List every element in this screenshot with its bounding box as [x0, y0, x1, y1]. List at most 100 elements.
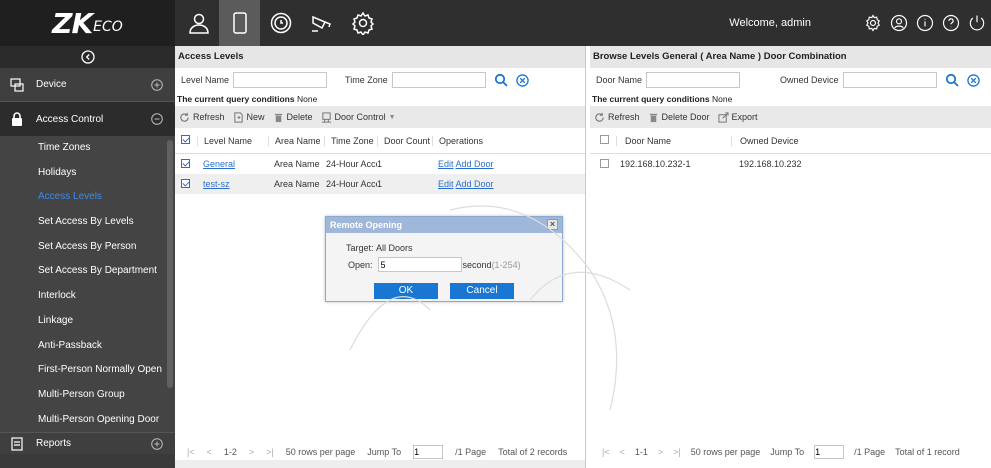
ok-button[interactable]: OK [374, 283, 438, 299]
level-name-link[interactable]: test-sz [203, 179, 230, 189]
dialog-title-bar[interactable]: Remote Opening × [326, 217, 562, 233]
next-page-icon[interactable]: > [249, 447, 254, 457]
help-icon[interactable] [941, 13, 961, 33]
delete-door-button[interactable]: Delete Door [648, 112, 710, 123]
sidebar-item-first-person-normally-open[interactable]: First-Person Normally Open [0, 358, 175, 383]
sidebar-section-reports[interactable]: Reports [0, 432, 175, 454]
system-module-icon[interactable] [342, 0, 383, 46]
prev-page-icon[interactable]: < [620, 447, 625, 457]
sidebar-item-interlock[interactable]: Interlock [0, 284, 175, 309]
sidebar-item-set-access-by-levels[interactable]: Set Access By Levels [0, 210, 175, 235]
row-checkbox[interactable] [181, 158, 190, 168]
edit-link[interactable]: Edit [438, 159, 454, 169]
rows-per-page-select[interactable]: 50 rows per page [691, 447, 761, 457]
table-row[interactable]: 192.168.10.232-1 192.168.10.232 [590, 154, 991, 174]
time-zone-input[interactable] [391, 72, 486, 88]
refresh-button[interactable]: Refresh [594, 112, 640, 123]
sidebar-section-access-control[interactable]: Access Control [0, 102, 175, 136]
table-header: Door Name Owned Device [590, 128, 991, 154]
search-icon[interactable] [494, 73, 508, 87]
next-page-icon[interactable]: > [658, 447, 663, 457]
first-page-icon[interactable]: |< [187, 447, 195, 457]
table-row[interactable]: General Area Name 24-Hour Acce: 1 Edit A… [175, 154, 585, 174]
open-seconds-input[interactable] [377, 257, 462, 272]
door-count-cell: 1 [377, 179, 383, 189]
user-profile-icon[interactable] [889, 13, 909, 33]
welcome-text: Welcome, admin [729, 17, 811, 29]
search-icon[interactable] [945, 73, 959, 87]
column-level-name[interactable]: Level Name [197, 135, 268, 146]
table-row[interactable]: test-sz Area Name 24-Hour Acce: 1 Edit A… [175, 174, 585, 194]
sidebar-collapse-button[interactable] [0, 46, 175, 68]
last-page-icon[interactable]: >| [266, 447, 274, 457]
export-button[interactable]: Export [717, 111, 758, 123]
time-zone-cell: 24-Hour Acce: [326, 179, 377, 189]
sidebar-reports-label: Reports [36, 438, 72, 449]
add-door-link[interactable]: Add Door [456, 179, 494, 189]
close-icon[interactable]: × [547, 219, 558, 230]
logout-icon[interactable] [967, 13, 987, 33]
column-area-name[interactable]: Area Name [268, 135, 324, 146]
horizontal-scrollbar[interactable] [175, 460, 585, 468]
sidebar-scrollbar[interactable] [167, 140, 173, 388]
delete-door-label: Delete Door [661, 112, 710, 122]
column-operations[interactable]: Operations [432, 135, 532, 146]
collapse-minus-icon[interactable] [151, 113, 163, 125]
prev-page-icon[interactable]: < [207, 447, 212, 457]
select-all-checkbox[interactable] [181, 135, 190, 144]
query-conditions-value: None [711, 94, 733, 104]
column-owned-device[interactable]: Owned Device [731, 135, 881, 146]
expand-plus-icon[interactable] [151, 79, 163, 91]
select-all-checkbox[interactable] [600, 135, 609, 144]
sidebar-access-control-label: Access Control [36, 113, 104, 125]
refresh-label: Refresh [193, 112, 225, 122]
new-button[interactable]: New [233, 111, 265, 123]
page-input[interactable] [814, 445, 845, 459]
sidebar-item-set-access-by-person[interactable]: Set Access By Person [0, 235, 175, 260]
delete-button[interactable]: Delete [273, 112, 313, 123]
sidebar-item-holidays[interactable]: Holidays [0, 161, 175, 186]
level-name-link[interactable]: General [203, 159, 235, 169]
sidebar-section-device[interactable]: Device [0, 68, 175, 102]
sidebar-item-multi-person-opening-door[interactable]: Multi-Person Opening Door [0, 408, 175, 432]
sidebar-item-linkage[interactable]: Linkage [0, 309, 175, 334]
level-name-input[interactable] [233, 72, 328, 88]
rows-per-page-select[interactable]: 50 rows per page [286, 447, 356, 457]
sidebar-item-multi-person-group[interactable]: Multi-Person Group [0, 383, 175, 408]
info-icon[interactable] [915, 13, 935, 33]
sidebar-item-set-access-by-department[interactable]: Set Access By Department [0, 259, 175, 284]
personnel-module-icon[interactable] [178, 0, 219, 46]
sidebar-item-access-levels[interactable]: Access Levels [0, 185, 175, 210]
cancel-button[interactable]: Cancel [450, 283, 514, 299]
sidebar-item-anti-passback[interactable]: Anti-Passback [0, 334, 175, 359]
sidebar-item-time-zones[interactable]: Time Zones [0, 136, 175, 161]
owned-device-input[interactable] [842, 72, 937, 88]
row-checkbox[interactable] [181, 178, 190, 188]
edit-link[interactable]: Edit [438, 179, 454, 189]
door-control-dropdown[interactable]: Door Control ▼ [321, 111, 396, 123]
expand-plus-icon[interactable] [151, 438, 163, 450]
device-icon [10, 77, 24, 92]
clear-search-icon[interactable] [515, 73, 529, 87]
door-name-cell: 192.168.10.232-1 [620, 159, 691, 169]
attendance-module-icon[interactable] [260, 0, 301, 46]
add-door-link[interactable]: Add Door [456, 159, 494, 169]
row-checkbox[interactable] [600, 158, 609, 168]
door-name-input[interactable] [646, 72, 741, 88]
column-door-name[interactable]: Door Name [616, 135, 731, 146]
page-input[interactable] [413, 445, 444, 459]
clear-search-icon[interactable] [966, 73, 980, 87]
refresh-button[interactable]: Refresh [179, 112, 225, 123]
column-door-count[interactable]: Door Count [377, 135, 432, 146]
video-module-icon[interactable] [301, 0, 342, 46]
reports-icon [11, 436, 23, 451]
total-records: Total of 2 records [498, 447, 568, 457]
last-page-icon[interactable]: >| [673, 447, 681, 457]
column-time-zone[interactable]: Time Zone [324, 135, 377, 146]
total-records: Total of 1 record [895, 447, 960, 457]
first-page-icon[interactable]: |< [602, 447, 610, 457]
access-module-icon[interactable] [219, 0, 260, 46]
settings-icon[interactable] [863, 13, 883, 33]
refresh-label: Refresh [608, 112, 640, 122]
new-icon [233, 111, 243, 123]
